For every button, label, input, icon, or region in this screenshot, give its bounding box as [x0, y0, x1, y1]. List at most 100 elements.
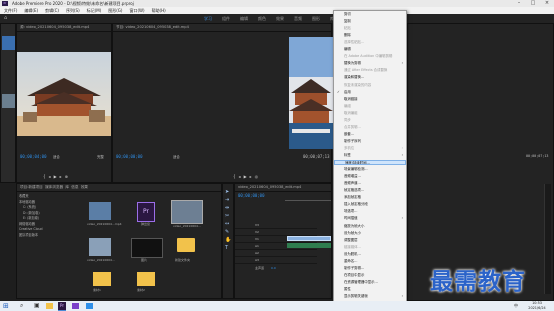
- explorer-icon[interactable]: [46, 303, 53, 309]
- context-menu-item[interactable]: 显示剪辑关键帧 ›: [334, 294, 406, 299]
- master-volume-value[interactable]: 0.0: [271, 266, 276, 270]
- context-menu-item[interactable]: 重命名...: [334, 259, 406, 264]
- export-frame-icon[interactable]: ◎: [255, 174, 262, 179]
- task-view-icon[interactable]: ▣: [34, 302, 40, 309]
- media-thumbnail[interactable]: [89, 238, 111, 256]
- workspace-tab-assembly[interactable]: 组件: [222, 16, 230, 22]
- timeline-panel: video_20210604_095038_edit.mp4 00;00;00;…: [234, 183, 332, 299]
- context-menu-item[interactable]: 插入帧定格分段: [334, 202, 406, 207]
- menu-window[interactable]: 窗口(W): [129, 7, 144, 14]
- context-menu-item[interactable]: 场选项...: [334, 209, 406, 214]
- context-menu-item[interactable]: 场景编辑检测...: [334, 167, 406, 172]
- program-timecode[interactable]: 00;00;00;00: [116, 154, 143, 159]
- slip-tool-icon[interactable]: ↔: [225, 220, 231, 228]
- source-monitor-tab[interactable]: 源: video_20210604_095038_edit.mp4: [17, 24, 111, 32]
- context-menu-item[interactable]: 取消链接: [334, 97, 406, 102]
- workspace-tab-learn[interactable]: 学习: [204, 16, 212, 22]
- menu-help[interactable]: 帮助(H): [152, 7, 166, 14]
- ripple-edit-icon[interactable]: ⇹: [225, 204, 231, 212]
- search-icon[interactable]: ⌕: [20, 302, 23, 310]
- app-taskbar-icon[interactable]: [86, 303, 93, 309]
- media-thumbnail[interactable]: [131, 238, 163, 258]
- hand-tool-icon[interactable]: ✋: [225, 236, 231, 244]
- context-menu-item[interactable]: 编辑: [334, 47, 406, 52]
- context-menu-item[interactable]: 音频声道...: [334, 181, 406, 186]
- workspace-tab-editing[interactable]: 编辑: [240, 16, 248, 22]
- track-select-icon[interactable]: ⇥: [225, 196, 231, 204]
- timeline-timecode[interactable]: 00;00;00;00: [238, 193, 265, 198]
- context-menu-item[interactable]: 复制: [334, 19, 406, 24]
- close-icon[interactable]: ×: [540, 0, 554, 7]
- pen-tool-icon[interactable]: ✎: [225, 228, 231, 236]
- context-menu-item[interactable]: 渲染和替换...: [334, 75, 406, 80]
- source-fit-dropdown[interactable]: 适合: [53, 154, 60, 159]
- context-menu-item[interactable]: 设为脱机...: [334, 252, 406, 257]
- tab-effects[interactable]: 效果: [81, 185, 88, 189]
- premiere-taskbar-icon[interactable]: Pr: [58, 302, 66, 311]
- context-menu-item[interactable]: 帧定格选项...: [334, 188, 406, 193]
- workspace-tab-audio[interactable]: 音频: [294, 16, 302, 22]
- maximize-icon[interactable]: □: [526, 0, 540, 7]
- context-menu-item-label: 嵌套...: [344, 131, 355, 136]
- workspace-tab-color[interactable]: 颜色: [258, 16, 266, 22]
- context-menu-item[interactable]: 属性: [334, 287, 406, 292]
- context-menu-item[interactable]: 在项目中显示: [334, 273, 406, 278]
- minimize-icon[interactable]: –: [512, 0, 526, 7]
- ime-indicator[interactable]: 中: [514, 303, 518, 309]
- timeline-tab[interactable]: video_20210604_095038_edit.mp4: [235, 184, 331, 192]
- workspace-tab-effects[interactable]: 效果: [276, 16, 284, 22]
- tab-info[interactable]: 信息: [71, 185, 78, 189]
- submenu-arrow-icon: ›: [401, 294, 403, 298]
- video-clip[interactable]: [287, 236, 331, 241]
- home-icon[interactable]: ⌂: [4, 15, 7, 21]
- context-menu-item[interactable]: 音频增益...: [334, 174, 406, 179]
- start-icon[interactable]: ⊞: [3, 302, 11, 310]
- context-menu-item[interactable]: 缩放为帧大小: [334, 224, 406, 229]
- context-menu-item[interactable]: 删除: [334, 33, 406, 38]
- menu-file[interactable]: 文件(F): [4, 7, 17, 14]
- context-menu-item[interactable]: 速度/持续时间...: [334, 160, 406, 166]
- context-menu-item[interactable]: 时间插值 ›: [334, 216, 406, 221]
- menu-graphics[interactable]: 图形(G): [108, 7, 122, 14]
- menu-marker[interactable]: 标记(M): [87, 7, 102, 14]
- context-menu-item[interactable]: 设为帧大小: [334, 231, 406, 236]
- context-menu-item[interactable]: 标签 ›: [334, 153, 406, 158]
- context-menu-item[interactable]: ✓ 启用: [334, 90, 406, 95]
- context-menu-item[interactable]: 替换为剪辑 ›: [334, 61, 406, 66]
- context-menu-item[interactable]: 剪切: [334, 12, 406, 17]
- tab-libraries[interactable]: 库: [65, 185, 69, 189]
- razor-tool-icon[interactable]: ✂: [225, 212, 231, 220]
- type-tool-icon[interactable]: T: [225, 244, 231, 252]
- context-menu-item[interactable]: 调整图层: [334, 238, 406, 243]
- app-taskbar-icon[interactable]: [72, 303, 79, 309]
- workspace-tab-graphics[interactable]: 图形: [312, 16, 320, 22]
- media-thumbnail[interactable]: [171, 200, 203, 224]
- tab-project[interactable]: 项目:新建项目: [20, 185, 43, 189]
- clock[interactable]: 10:53 2021/6/24: [522, 301, 552, 311]
- context-menu-item[interactable]: 制作子序列: [334, 139, 406, 144]
- context-menu-item-label: 插入帧定格分段: [344, 202, 368, 207]
- tab-media-browser[interactable]: 媒体浏览器: [45, 185, 63, 189]
- source-quality-dropdown[interactable]: 完整: [97, 154, 104, 159]
- context-menu-item[interactable]: 添加帧定格: [334, 195, 406, 200]
- premiere-project-icon[interactable]: Pr: [137, 202, 155, 222]
- program-fit-dropdown[interactable]: 适合: [173, 154, 180, 159]
- context-menu-item[interactable]: 嵌套...: [334, 132, 406, 137]
- context-menu-item: 多机位 ›: [334, 146, 406, 151]
- folder-icon[interactable]: [93, 272, 111, 286]
- media-thumbnail[interactable]: [89, 202, 111, 220]
- context-menu-item-label: 复制: [344, 19, 351, 24]
- context-menu-item[interactable]: 制作子剪辑...: [334, 266, 406, 271]
- source-timecode[interactable]: 00;00;04;00: [20, 154, 47, 159]
- context-menu-item[interactable]: 在资源管理器中显示...: [334, 280, 406, 285]
- menu-clip[interactable]: 剪辑(C): [45, 7, 59, 14]
- selection-tool-icon[interactable]: ➤: [225, 188, 231, 196]
- menu-sequence[interactable]: 序列(S): [66, 7, 80, 14]
- tree-team-projects[interactable]: 团队项目版本: [19, 233, 75, 239]
- program-monitor-tab[interactable]: 节目: video_20210604_095038_edit.mp4: [113, 24, 331, 32]
- folder-icon[interactable]: [177, 238, 195, 252]
- menu-edit[interactable]: 编辑(E): [24, 7, 38, 14]
- audio-clip[interactable]: [287, 243, 331, 248]
- folder-icon[interactable]: [137, 272, 155, 286]
- insert-icon[interactable]: ⊕: [65, 174, 71, 179]
